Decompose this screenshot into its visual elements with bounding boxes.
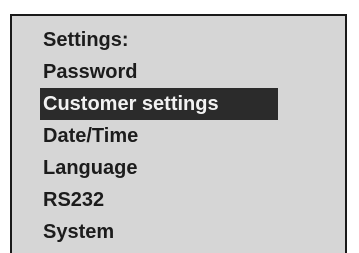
display-screen: Settings: Password Customer settings Dat… (10, 14, 347, 253)
settings-menu: Settings: Password Customer settings Dat… (40, 24, 278, 248)
menu-item-rs232[interactable]: RS232 (40, 184, 278, 216)
menu-item-customer-settings[interactable]: Customer settings (40, 88, 278, 120)
menu-item-date-time[interactable]: Date/Time (40, 120, 278, 152)
menu-item-language[interactable]: Language (40, 152, 278, 184)
menu-item-password[interactable]: Password (40, 56, 278, 88)
menu-title: Settings: (43, 29, 129, 51)
menu-item-system[interactable]: System (40, 216, 278, 248)
